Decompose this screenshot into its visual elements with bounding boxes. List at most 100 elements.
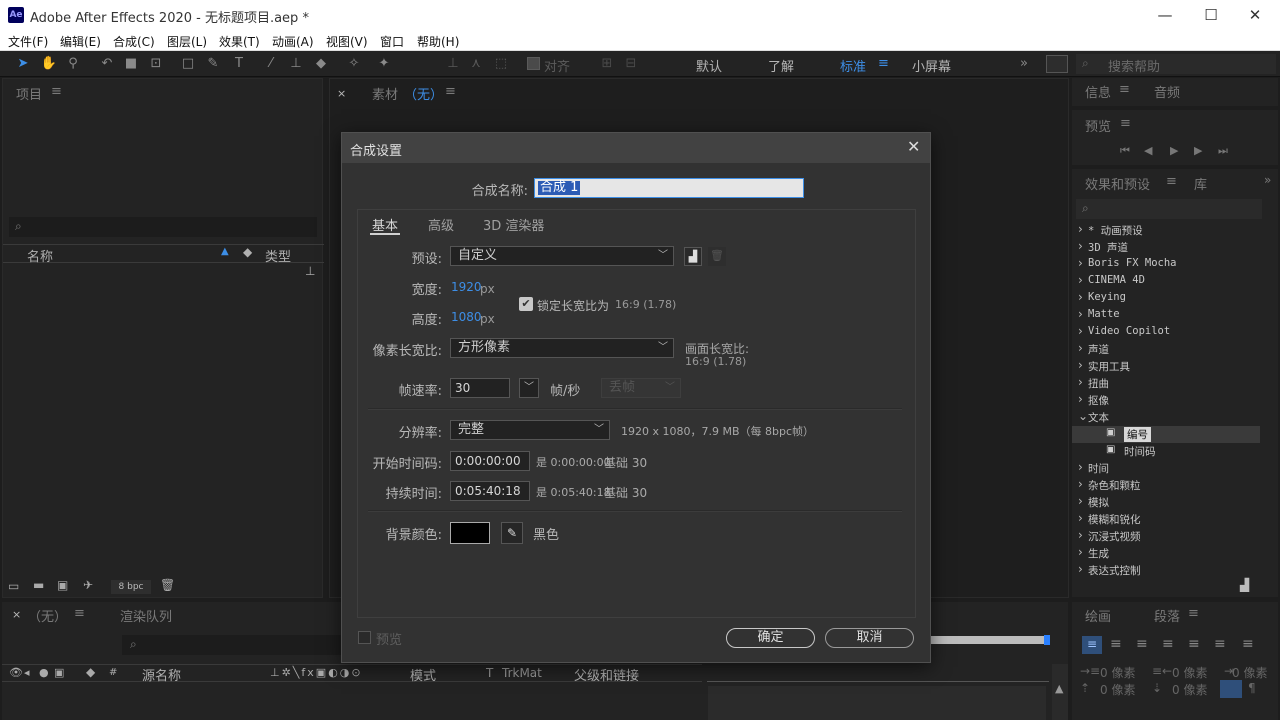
col-name-header[interactable]: 名称	[27, 246, 53, 265]
sort-up-icon[interactable]: ▲	[221, 246, 229, 257]
search-help-icon[interactable]	[1046, 55, 1068, 73]
indent-first-value[interactable]: 0 像素	[1232, 664, 1267, 681]
eyedropper-icon[interactable]: ✎	[501, 522, 523, 544]
justify-all-icon[interactable]: ≡	[1242, 636, 1254, 652]
lock-icon[interactable]: ▣	[54, 666, 64, 679]
effects-category[interactable]: › 实用工具	[1072, 358, 1260, 375]
bpc-button[interactable]: 8 bpc	[111, 580, 151, 594]
first-frame-icon[interactable]: ⏮	[1120, 144, 1130, 158]
effects-category[interactable]: › Matte	[1072, 307, 1260, 324]
prev-frame-icon[interactable]: ◀	[1144, 144, 1152, 157]
minimize-button[interactable]: —	[1142, 4, 1188, 28]
preserve-transparency-header[interactable]: T	[486, 666, 493, 680]
fps-input[interactable]: 30	[450, 378, 510, 398]
effects-category[interactable]: › 时间	[1072, 460, 1260, 477]
menu-effect[interactable]: 效果(T)	[219, 33, 260, 50]
new-folder-icon[interactable]: ▬	[33, 578, 44, 592]
align-left-icon[interactable]: ≡	[1082, 636, 1102, 654]
pan-behind-tool-icon[interactable]: ⊡	[147, 55, 165, 73]
trash-icon[interactable]: 🗑	[160, 578, 175, 592]
effects-category[interactable]: › 抠像	[1072, 392, 1260, 409]
effects-sub-item[interactable]: ▣ 时间码	[1072, 443, 1260, 460]
next-frame-icon[interactable]: ▶	[1194, 144, 1202, 157]
switches-icon[interactable]: ⊥✲╲fx▣◐◑⊙	[270, 666, 363, 679]
time-navigator-end-handle[interactable]	[1044, 635, 1050, 645]
visibility-icon[interactable]: 👁	[9, 666, 23, 679]
workspace-small-screen[interactable]: 小屏幕	[912, 56, 951, 75]
footage-panel-value[interactable]: （无）	[404, 84, 443, 103]
menu-help[interactable]: 帮助(H)	[417, 33, 459, 50]
chevron-right-icon[interactable]: ›	[1078, 545, 1083, 559]
chevron-right-icon[interactable]: ›	[1078, 222, 1083, 236]
tab-render-queue[interactable]: 渲染队列	[120, 606, 172, 625]
close-footage-tab-icon[interactable]: ×	[337, 87, 346, 100]
project-search-input[interactable]: ⌕	[9, 217, 317, 237]
preview-checkbox[interactable]	[358, 631, 371, 644]
effects-category[interactable]: › 声道	[1072, 341, 1260, 358]
last-frame-icon[interactable]: ⏭	[1218, 144, 1228, 158]
rectangle-tool-icon[interactable]: □	[179, 55, 197, 73]
align-center-icon[interactable]: ≡	[1110, 636, 1122, 652]
workspace-default[interactable]: 默认	[696, 56, 722, 75]
effects-category[interactable]: › 杂色和颗粒	[1072, 477, 1260, 494]
selection-tool-icon[interactable]: ➤	[14, 55, 32, 73]
puppet-tool-icon[interactable]: ✦	[375, 55, 393, 73]
effects-category[interactable]: › 表达式控制	[1072, 562, 1260, 579]
zoom-icon[interactable]: ▲	[1055, 682, 1063, 695]
menu-view[interactable]: 视图(V)	[326, 33, 368, 50]
effects-category[interactable]: › CINEMA 4D	[1072, 273, 1260, 290]
effects-category[interactable]: › Video Copilot	[1072, 324, 1260, 341]
dialog-close-button[interactable]: ✕	[907, 137, 920, 156]
justify-last-center-icon[interactable]: ≡	[1188, 636, 1200, 652]
pixel-aspect-select[interactable]: 方形像素 ﹀	[450, 338, 674, 358]
type-tool-icon[interactable]: T	[230, 55, 248, 73]
effects-menu-icon[interactable]: ≡	[1166, 174, 1177, 189]
effects-category[interactable]: › 扭曲	[1072, 375, 1260, 392]
workspace-menu-icon[interactable]: ≡	[878, 56, 889, 71]
lock-aspect-checkbox[interactable]: ✔	[519, 297, 533, 311]
preset-select[interactable]: 自定义 ﹀	[450, 246, 674, 266]
effects-category[interactable]: ⌄ 文本	[1072, 409, 1260, 426]
brush-tool-icon[interactable]: ⁄	[262, 55, 280, 73]
chevron-right-icon[interactable]: ›	[1078, 307, 1083, 321]
tab-effects-presets[interactable]: 效果和预设	[1085, 174, 1150, 193]
menu-file[interactable]: 文件(F)	[8, 33, 48, 50]
chevron-right-icon[interactable]: ›	[1078, 511, 1083, 525]
resolution-select[interactable]: 完整 ﹀	[450, 420, 610, 440]
effects-sub-item[interactable]: ▣ 编号	[1072, 426, 1260, 443]
chevron-right-icon[interactable]: ›	[1078, 392, 1083, 406]
chevron-right-icon[interactable]: ›	[1078, 290, 1083, 304]
tab-paragraph[interactable]: 段落	[1154, 606, 1180, 625]
new-comp-icon[interactable]: ▣	[57, 578, 68, 592]
mode-header[interactable]: 模式	[410, 665, 436, 684]
effects-category[interactable]: › 模糊和锐化	[1072, 511, 1260, 528]
time-ruler[interactable]	[707, 664, 1049, 682]
parent-header[interactable]: 父级和链接	[574, 665, 639, 684]
align-checkbox[interactable]	[527, 57, 540, 70]
camera-tool-icon[interactable]: ■	[122, 55, 140, 73]
align-right-icon[interactable]: ≡	[1136, 636, 1148, 652]
chevron-right-icon[interactable]: ›	[1078, 341, 1083, 355]
indent-left-value[interactable]: 0 像素	[1100, 664, 1135, 681]
trkmat-header[interactable]: TrkMat	[502, 666, 542, 680]
world-axis-icon[interactable]: ⋏	[467, 55, 485, 73]
indent-right-value[interactable]: 0 像素	[1172, 664, 1207, 681]
chevron-right-icon[interactable]: ›	[1078, 460, 1083, 474]
menu-edit[interactable]: 编辑(E)	[60, 33, 101, 50]
workspace-learn[interactable]: 了解	[768, 56, 794, 75]
effects-category[interactable]: › 模拟	[1072, 494, 1260, 511]
justify-last-right-icon[interactable]: ≡	[1214, 636, 1226, 652]
menu-layer[interactable]: 图层(L)	[167, 33, 207, 50]
label-tag-icon[interactable]: ◆	[243, 245, 252, 259]
fps-dropdown-icon[interactable]: ﹀	[519, 378, 539, 398]
tab-basic[interactable]: 基本	[372, 215, 398, 234]
hand-tool-icon[interactable]: ✋	[40, 55, 58, 73]
chevron-right-icon[interactable]: ›	[1078, 375, 1083, 389]
maximize-button[interactable]: ☐	[1188, 4, 1234, 28]
tab-library[interactable]: 库	[1194, 174, 1207, 193]
tab-audio[interactable]: 音频	[1154, 82, 1180, 101]
effects-category[interactable]: › 沉浸式视频	[1072, 528, 1260, 545]
workspace-more-icon[interactable]: »	[1020, 56, 1028, 71]
label-icon[interactable]: ◆	[86, 665, 95, 679]
chevron-right-icon[interactable]: ›	[1078, 273, 1083, 287]
